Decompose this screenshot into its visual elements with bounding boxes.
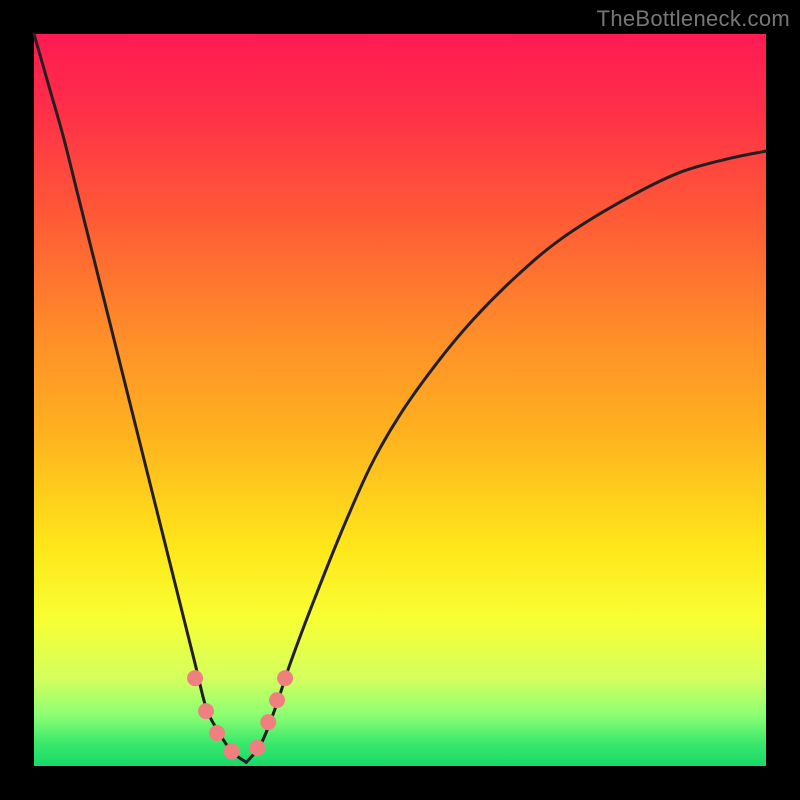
outer-frame: TheBottleneck.com [0,0,800,800]
watermark-text: TheBottleneck.com [597,6,790,32]
curve-markers [187,670,293,759]
curve-left [34,34,246,762]
curve-marker [187,670,203,686]
plot-area [34,34,766,766]
curve-marker [269,692,285,708]
chart-svg [34,34,766,766]
curve-marker [260,714,276,730]
curve-marker [277,670,293,686]
curve-marker [249,740,265,756]
curve-marker [209,725,225,741]
curve-marker [224,743,240,759]
curve-right [246,151,766,762]
curve-marker [198,703,214,719]
